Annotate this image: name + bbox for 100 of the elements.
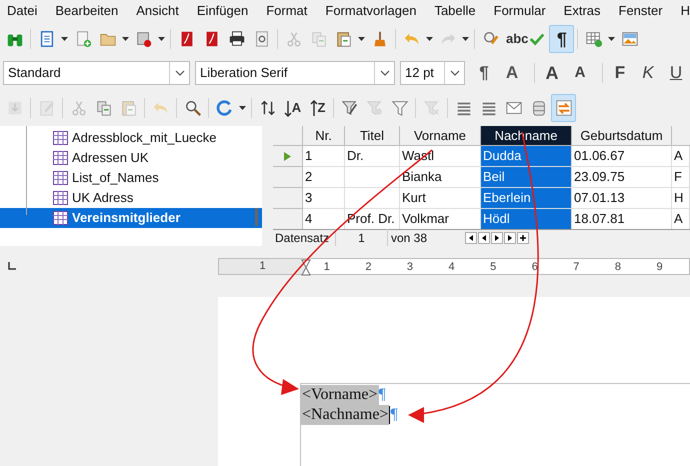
record-field[interactable]: 1 [336, 229, 388, 246]
shrink-button[interactable]: A [566, 60, 594, 86]
nav-button[interactable] [478, 232, 490, 244]
menu-item[interactable]: Extras [564, 1, 600, 21]
table-cell: 2 [303, 167, 345, 188]
grow-button[interactable]: A [538, 60, 566, 86]
envelope-icon [504, 99, 522, 117]
char-gear-button[interactable]: A [498, 60, 526, 86]
text-button[interactable]: ¶ [549, 25, 574, 53]
caret-icon [608, 37, 616, 41]
table-cell: 3 [303, 188, 345, 209]
ruler-label: 2 [364, 260, 372, 274]
caret-icon [158, 37, 165, 41]
record-label: Datensatz [273, 229, 336, 246]
text-cursor [389, 406, 390, 424]
tree-item[interactable]: List_of_Names [0, 168, 262, 188]
bold-button[interactable]: F [606, 60, 634, 86]
exchange-button[interactable] [551, 94, 576, 122]
menu-item[interactable]: Datei [7, 1, 38, 21]
caret-icon [61, 37, 68, 41]
nav-button[interactable] [465, 232, 477, 244]
tree-item[interactable]: Adressen UK [0, 148, 262, 168]
scissors-icon [284, 30, 302, 48]
underline-button[interactable]: U [662, 60, 690, 86]
merge-field[interactable]: <Nachname> [301, 405, 390, 425]
exchange-arrows-icon [554, 99, 572, 117]
up-arrow-icon [310, 100, 318, 116]
font-dropdown[interactable]: Liberation Serif [195, 61, 395, 85]
triangle-icon [481, 235, 487, 241]
menu-item[interactable]: Formular [494, 1, 546, 21]
copy-icon [310, 30, 328, 48]
row-header[interactable] [273, 146, 303, 167]
para-gear-button[interactable]: ¶ [470, 60, 498, 86]
menu-item[interactable]: Ansicht [136, 1, 179, 21]
table-cell [345, 188, 400, 209]
printer-icon [228, 30, 246, 48]
style-dropdown[interactable]: Standard [3, 61, 190, 85]
nav-button[interactable] [517, 232, 529, 244]
indent-marker[interactable] [301, 259, 311, 276]
menu-item[interactable]: Formatvorlagen [325, 1, 416, 21]
down-arrow-icon [284, 100, 292, 116]
menu-item[interactable]: Bearbeiten [55, 1, 118, 21]
spellcheck-button[interactable]: abc [503, 25, 550, 53]
ruler-label: 3 [406, 260, 414, 274]
page-pencil-icon [38, 99, 56, 117]
tree-item[interactable]: UK Adress [0, 188, 262, 208]
caret-icon [426, 37, 433, 41]
menu-item[interactable]: Fenster [618, 1, 663, 21]
italic-button[interactable]: K [634, 60, 662, 86]
menu-item[interactable]: Tabelle [434, 1, 476, 21]
table-cell: A [672, 146, 690, 167]
image-icon [620, 30, 639, 48]
menu-item[interactable]: Format [266, 1, 308, 21]
column-header[interactable]: Vorname [400, 126, 481, 146]
tree-item[interactable]: Adressblock_mit_Luecke [0, 128, 262, 148]
play-icon [284, 152, 291, 160]
tab-stop-icon [8, 262, 16, 270]
size-dropdown[interactable]: 12 pt [400, 61, 465, 85]
filter-pencil-icon [340, 99, 358, 117]
table-icon [53, 211, 68, 225]
triangle-icon [468, 235, 474, 241]
table-cell: 23.09.75 [572, 167, 672, 188]
ruler-label: 9 [656, 260, 664, 274]
table-cell: 01.06.67 [572, 146, 672, 167]
nav-button[interactable] [491, 232, 503, 244]
filter-icon [390, 99, 408, 117]
clipboard-icon [334, 30, 352, 48]
table-plus-icon [584, 30, 603, 48]
table-icon [53, 131, 68, 145]
scissors-icon [70, 99, 88, 117]
chevron-down-icon [450, 70, 460, 76]
tree-item[interactable]: Vereinsmitglieder [0, 208, 262, 228]
caret-icon [239, 106, 246, 110]
ruler-label: 7 [572, 260, 580, 274]
caret-icon [462, 37, 469, 41]
caret-icon [122, 37, 129, 41]
menu-item[interactable]: Einfügen [196, 1, 248, 21]
chevron-down-icon [174, 70, 184, 76]
ruler-label: 5 [489, 260, 497, 274]
filter-check-icon [366, 99, 384, 117]
column-header[interactable]: Titel [345, 126, 400, 146]
scrollbar-thumb[interactable] [255, 208, 258, 226]
merge-field[interactable]: <Vorname> [301, 385, 379, 405]
paragraph-mark: ¶ [390, 405, 398, 425]
table-cell: F [672, 167, 690, 188]
table-cell [345, 167, 400, 188]
sort-up-button[interactable]: Z [305, 94, 330, 122]
nav-button[interactable] [504, 232, 516, 244]
menu-item[interactable]: Hi [680, 1, 690, 21]
sort-down-button[interactable]: A [280, 94, 305, 122]
table-icon [53, 151, 68, 165]
column-header[interactable]: Geburtsdatum [572, 126, 672, 146]
ruler-label: 1 [323, 260, 331, 274]
triangle-icon [507, 235, 513, 241]
column-header[interactable]: Nr. [303, 126, 345, 146]
clipboard-icon [120, 99, 138, 117]
save-icon [134, 30, 152, 48]
table-cell: Dudda [481, 146, 572, 167]
search-icon [184, 99, 202, 117]
chevron-down-icon [380, 70, 390, 76]
